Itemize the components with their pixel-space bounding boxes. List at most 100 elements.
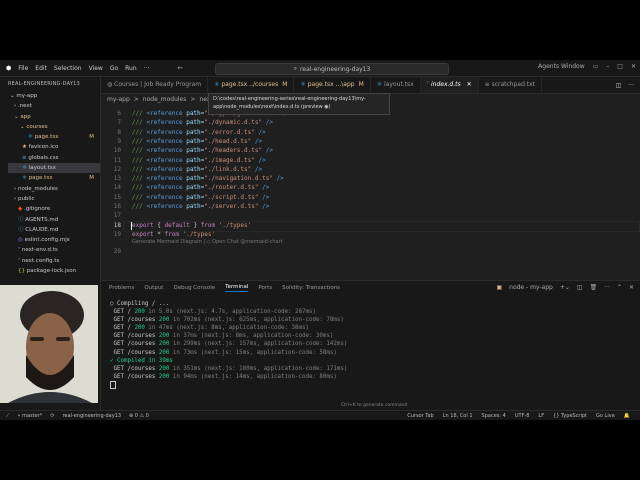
more-actions-icon[interactable]: ··· xyxy=(604,284,610,291)
tree-item-app-page[interactable]: ⚛ page.tsx M xyxy=(8,173,100,183)
problems-count[interactable]: ⊗ 0 ⚠ 0 xyxy=(129,413,149,419)
modified-badge: M xyxy=(89,175,94,182)
more-actions-icon[interactable]: ··· xyxy=(628,82,634,89)
tree-item-agents-md[interactable]: ⓘ AGENTS.md xyxy=(8,215,100,225)
close-panel-icon[interactable]: ✕ xyxy=(629,284,634,291)
menu-file[interactable]: File xyxy=(18,65,28,72)
maximize-panel-icon[interactable]: ⌃ xyxy=(617,284,622,291)
modified-badge: M xyxy=(89,134,94,141)
code-line-export-all: export * from './types' xyxy=(132,230,216,238)
layout-icon[interactable]: ▭ xyxy=(593,63,599,70)
close-icon[interactable]: ✕ xyxy=(631,63,636,70)
breadcrumb-node-modules[interactable]: node_modules xyxy=(143,96,187,103)
menu-edit[interactable]: Edit xyxy=(35,65,47,72)
tab-terminal[interactable]: Terminal xyxy=(225,284,249,292)
app-logo-icon[interactable]: ⬢ xyxy=(6,65,11,72)
menu-selection[interactable]: Selection xyxy=(54,65,82,72)
terminal-icon: ▣ xyxy=(496,284,503,291)
codelens-mermaid[interactable]: Generate Mermaid Diagram | ◇ Open Chat @… xyxy=(132,239,283,245)
react-file-icon: ⚛ xyxy=(300,81,308,88)
title-right-controls: Agents Window ▭ – □ ✕ xyxy=(538,63,636,70)
tree-item-next[interactable]: › .next xyxy=(8,101,100,111)
tree-item-courses-page[interactable]: ⚛ page.tsx M xyxy=(8,132,100,142)
code-editor[interactable]: 6/// <reference path="./types/global.d.t… xyxy=(101,106,640,302)
remote-icon[interactable]: ⟋ xyxy=(6,413,10,419)
tab-app-page[interactable]: ⚛ page.tsx ...\app M xyxy=(294,77,371,93)
tree-item-globals-css[interactable]: ≡ globals.css xyxy=(8,153,100,163)
menu-more[interactable]: ··· xyxy=(144,65,150,72)
tree-item-next-config[interactable]: ᵀ next.config.ts xyxy=(8,256,100,266)
close-tab-icon[interactable]: ✕ xyxy=(467,81,472,88)
menu-run[interactable]: Run xyxy=(125,65,137,72)
tab-debug-console[interactable]: Debug Console xyxy=(173,285,215,291)
tab-output[interactable]: Output xyxy=(144,285,163,291)
editor-actions: ◫ ··· xyxy=(616,77,640,93)
text-file-icon: ≡ xyxy=(484,81,492,88)
encoding[interactable]: UTF-8 xyxy=(515,413,530,419)
tree-item-public[interactable]: › public xyxy=(8,194,100,204)
workspace-name[interactable]: real-engineering-day13 xyxy=(62,413,121,419)
code-line: /// <reference path="./server.d.ts" /> xyxy=(132,203,270,210)
tab-solidity-transactions[interactable]: Solidity: Transactions xyxy=(282,285,340,291)
json-file-icon: {} xyxy=(18,268,27,275)
terminal-line: GET / 200 in 5.0s (next.js: 4.7s, applic… xyxy=(110,309,316,316)
line-ending[interactable]: LF xyxy=(538,413,544,419)
bell-icon[interactable]: 🔔 xyxy=(624,413,630,419)
tab-index-d-ts[interactable]: ᵀ index.d.ts ✕ xyxy=(420,77,479,93)
split-editor-icon[interactable]: ◫ xyxy=(616,82,622,89)
agents-window-button[interactable]: Agents Window xyxy=(538,63,584,70)
code-line: /// <reference path="./headers.d.ts" /> xyxy=(132,147,273,155)
menu-go[interactable]: Go xyxy=(110,65,118,72)
minimize-icon[interactable]: – xyxy=(606,63,609,70)
menu-view[interactable]: View xyxy=(89,65,103,72)
tab-scratchpad[interactable]: ≡ scratchpad.txt xyxy=(479,77,543,93)
new-terminal-icon[interactable]: +⌄ xyxy=(560,284,570,291)
tree-item-layout[interactable]: ⚛ layout.tsx xyxy=(8,163,100,174)
split-terminal-icon[interactable]: ◫ xyxy=(577,284,583,291)
tab-problems[interactable]: Problems xyxy=(109,285,134,291)
cursor-tab[interactable]: Cursor Tab xyxy=(407,413,434,419)
tab-courses-preview[interactable]: ◍ Courses | Job Ready Program xyxy=(101,77,209,93)
trash-icon[interactable]: 🗑 xyxy=(590,284,598,291)
search-icon: ⌕ xyxy=(293,65,298,72)
line-number: 11 xyxy=(113,156,121,164)
star-file-icon: ★ xyxy=(22,144,29,151)
terminal-cursor xyxy=(110,380,640,389)
tree-item-node-modules[interactable]: › node_modules xyxy=(8,184,100,194)
status-right: Cursor Tab Ln 18, Col 1 Spaces: 4 UTF-8 … xyxy=(407,413,630,419)
code-line: /// <reference path="./router.d.ts" /> xyxy=(132,184,270,192)
command-center-label: real-engineering-day13 xyxy=(300,65,371,73)
tab-courses-page[interactable]: ⚛ page.tsx ../courses M xyxy=(208,77,295,93)
code-line: /// <reference path="./link.d.ts" /> xyxy=(132,165,263,173)
tab-path-tooltip: D:\codes\real-engineering-series\real-en… xyxy=(208,93,390,115)
go-live-button[interactable]: Go Live xyxy=(596,413,615,419)
line-number: 13 xyxy=(113,175,121,183)
cursor-position[interactable]: Ln 18, Col 1 xyxy=(443,413,473,419)
code-line: /// <reference path="./image.d.ts" /> xyxy=(132,156,266,164)
terminal-name[interactable]: node - my-app xyxy=(509,284,553,291)
tree-item-courses[interactable]: ⌄ courses xyxy=(8,122,100,132)
indentation[interactable]: Spaces: 4 xyxy=(482,413,506,419)
git-branch[interactable]: ⑂ master* xyxy=(18,413,43,419)
terminal-line: GET /courses 200 in 94ms (next.js: 14ms,… xyxy=(110,373,337,380)
tab-layout[interactable]: ⚛ layout.tsx xyxy=(371,77,421,93)
react-file-icon: ⚛ xyxy=(28,134,35,141)
sync-icon[interactable]: ⟳ xyxy=(50,413,54,419)
tab-ports[interactable]: Ports xyxy=(258,285,272,291)
tree-item-my-app[interactable]: ⌄ my-app xyxy=(8,91,100,101)
command-center[interactable]: ⌕ real-engineering-day13 xyxy=(215,63,449,75)
breadcrumb-my-app[interactable]: my-app xyxy=(107,96,130,103)
line-number: 14 xyxy=(113,184,121,192)
terminal-output[interactable]: ○ Compiling / ... GET / 200 in 5.0s (nex… xyxy=(101,295,640,389)
tree-item-gitignore[interactable]: ◆ .gitignore xyxy=(8,204,100,214)
tree-item-next-env[interactable]: ᵀ next-env.d.ts xyxy=(8,245,100,255)
tree-item-favicon[interactable]: ★ favicon.ico xyxy=(8,142,100,152)
maximize-icon[interactable]: □ xyxy=(617,63,623,70)
tree-item-app[interactable]: ⌄ app xyxy=(8,112,100,122)
language-mode[interactable]: {} TypeScript xyxy=(553,413,587,419)
tree-item-claude-md[interactable]: ⓘ CLAUDE.md xyxy=(8,225,100,235)
tree-item-package-lock[interactable]: {} package-lock.json xyxy=(8,266,100,276)
back-arrow-icon[interactable]: ← xyxy=(177,64,183,72)
line-number: 12 xyxy=(113,165,121,173)
tree-item-eslint-config[interactable]: ◎ eslint.config.mjs xyxy=(8,235,100,245)
